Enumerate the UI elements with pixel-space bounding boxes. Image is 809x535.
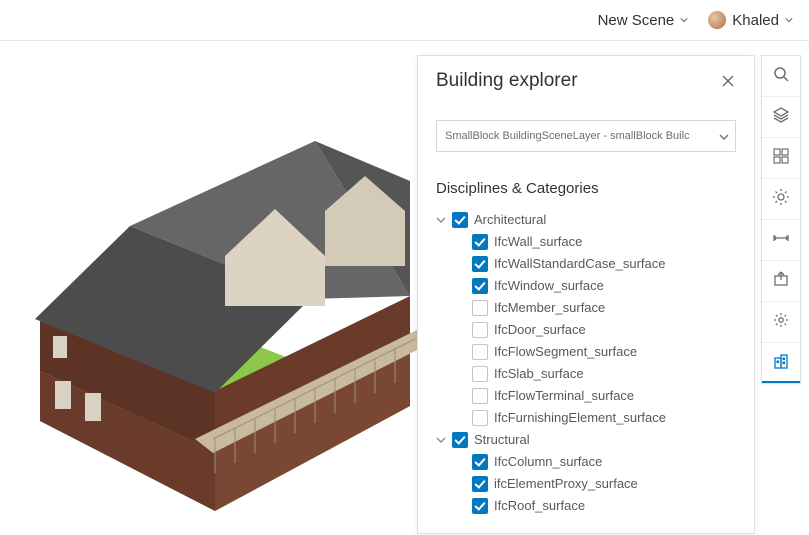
checkbox[interactable]	[472, 322, 488, 338]
tool-measure-button[interactable]	[762, 220, 800, 261]
tree-label[interactable]: Structural	[474, 429, 530, 451]
tree-label[interactable]: IfcColumn_surface	[494, 451, 602, 473]
tree-item: IfcSlab_surface	[436, 363, 736, 385]
tree-label[interactable]: IfcDoor_surface	[494, 319, 586, 341]
layers-icon	[772, 106, 790, 129]
tree-item: IfcRoof_surface	[436, 495, 736, 517]
checkbox[interactable]	[472, 454, 488, 470]
tree-label[interactable]: Architectural	[474, 209, 546, 231]
app-header: New Scene Khaled	[0, 0, 809, 41]
tree-item: ifcElementProxy_surface	[436, 473, 736, 495]
tree-item: IfcWindow_surface	[436, 275, 736, 297]
main-area: Building explorer SmallBlock BuildingSce…	[0, 41, 809, 535]
tree-label[interactable]: IfcFurnishingElement_surface	[494, 407, 666, 429]
chevron-down-icon	[785, 16, 793, 24]
category-tree: ArchitecturalIfcWall_surfaceIfcWallStand…	[436, 209, 736, 517]
user-name: Khaled	[732, 12, 779, 29]
checkbox[interactable]	[472, 344, 488, 360]
tree-label[interactable]: ifcElementProxy_surface	[494, 473, 638, 495]
checkbox[interactable]	[472, 410, 488, 426]
checkbox[interactable]	[472, 388, 488, 404]
tool-search-button[interactable]	[762, 56, 800, 97]
checkbox[interactable]	[472, 256, 488, 272]
tree-item: IfcWallStandardCase_surface	[436, 253, 736, 275]
tree-item: IfcWall_surface	[436, 231, 736, 253]
search-icon	[772, 65, 790, 88]
layer-select-value: SmallBlock BuildingSceneLayer - smallBlo…	[445, 130, 690, 142]
expand-toggle[interactable]	[436, 215, 446, 225]
checkbox[interactable]	[472, 476, 488, 492]
measure-icon	[772, 229, 790, 252]
tool-settings-button[interactable]	[762, 302, 800, 343]
checkbox[interactable]	[472, 366, 488, 382]
share-icon	[772, 270, 790, 293]
tree-item: IfcFurnishingElement_surface	[436, 407, 736, 429]
checkbox[interactable]	[472, 498, 488, 514]
panel-header: Building explorer	[436, 70, 736, 92]
chevron-down-icon	[719, 132, 727, 140]
daylight-icon	[772, 188, 790, 211]
tree-label[interactable]: IfcWallStandardCase_surface	[494, 253, 666, 275]
tree-label[interactable]: IfcWall_surface	[494, 231, 582, 253]
layer-select[interactable]: SmallBlock BuildingSceneLayer - smallBlo…	[436, 120, 736, 152]
building-icon	[772, 352, 790, 375]
checkbox[interactable]	[472, 300, 488, 316]
user-dropdown[interactable]: Khaled	[708, 11, 793, 29]
tool-share-button[interactable]	[762, 261, 800, 302]
tree-label[interactable]: IfcSlab_surface	[494, 363, 584, 385]
chevron-down-icon	[680, 16, 688, 24]
expand-toggle[interactable]	[436, 435, 446, 445]
basemap-icon	[772, 147, 790, 170]
checkbox[interactable]	[452, 432, 468, 448]
close-button[interactable]	[720, 73, 736, 89]
right-toolbar	[761, 55, 801, 384]
tool-daylight-button[interactable]	[762, 179, 800, 220]
gear-icon	[772, 311, 790, 334]
building-explorer-panel: Building explorer SmallBlock BuildingSce…	[417, 55, 755, 534]
tree-group: Structural	[436, 429, 736, 451]
avatar	[708, 11, 726, 29]
tree-group: Architectural	[436, 209, 736, 231]
tree-item: IfcColumn_surface	[436, 451, 736, 473]
tree-item: IfcMember_surface	[436, 297, 736, 319]
scene-name: New Scene	[598, 12, 675, 29]
tree-label[interactable]: IfcRoof_surface	[494, 495, 585, 517]
panel-title: Building explorer	[436, 70, 578, 92]
scene-dropdown[interactable]: New Scene	[598, 12, 689, 29]
section-title: Disciplines & Categories	[436, 180, 736, 197]
tool-building-button[interactable]	[762, 343, 800, 383]
tree-label[interactable]: IfcFlowTerminal_surface	[494, 385, 634, 407]
tool-layers-button[interactable]	[762, 97, 800, 138]
tree-item: IfcFlowSegment_surface	[436, 341, 736, 363]
tool-basemap-button[interactable]	[762, 138, 800, 179]
tree-label[interactable]: IfcMember_surface	[494, 297, 605, 319]
tree-item: IfcDoor_surface	[436, 319, 736, 341]
tree-label[interactable]: IfcFlowSegment_surface	[494, 341, 637, 363]
checkbox[interactable]	[472, 278, 488, 294]
tree-label[interactable]: IfcWindow_surface	[494, 275, 604, 297]
checkbox[interactable]	[472, 234, 488, 250]
checkbox[interactable]	[452, 212, 468, 228]
tree-item: IfcFlowTerminal_surface	[436, 385, 736, 407]
